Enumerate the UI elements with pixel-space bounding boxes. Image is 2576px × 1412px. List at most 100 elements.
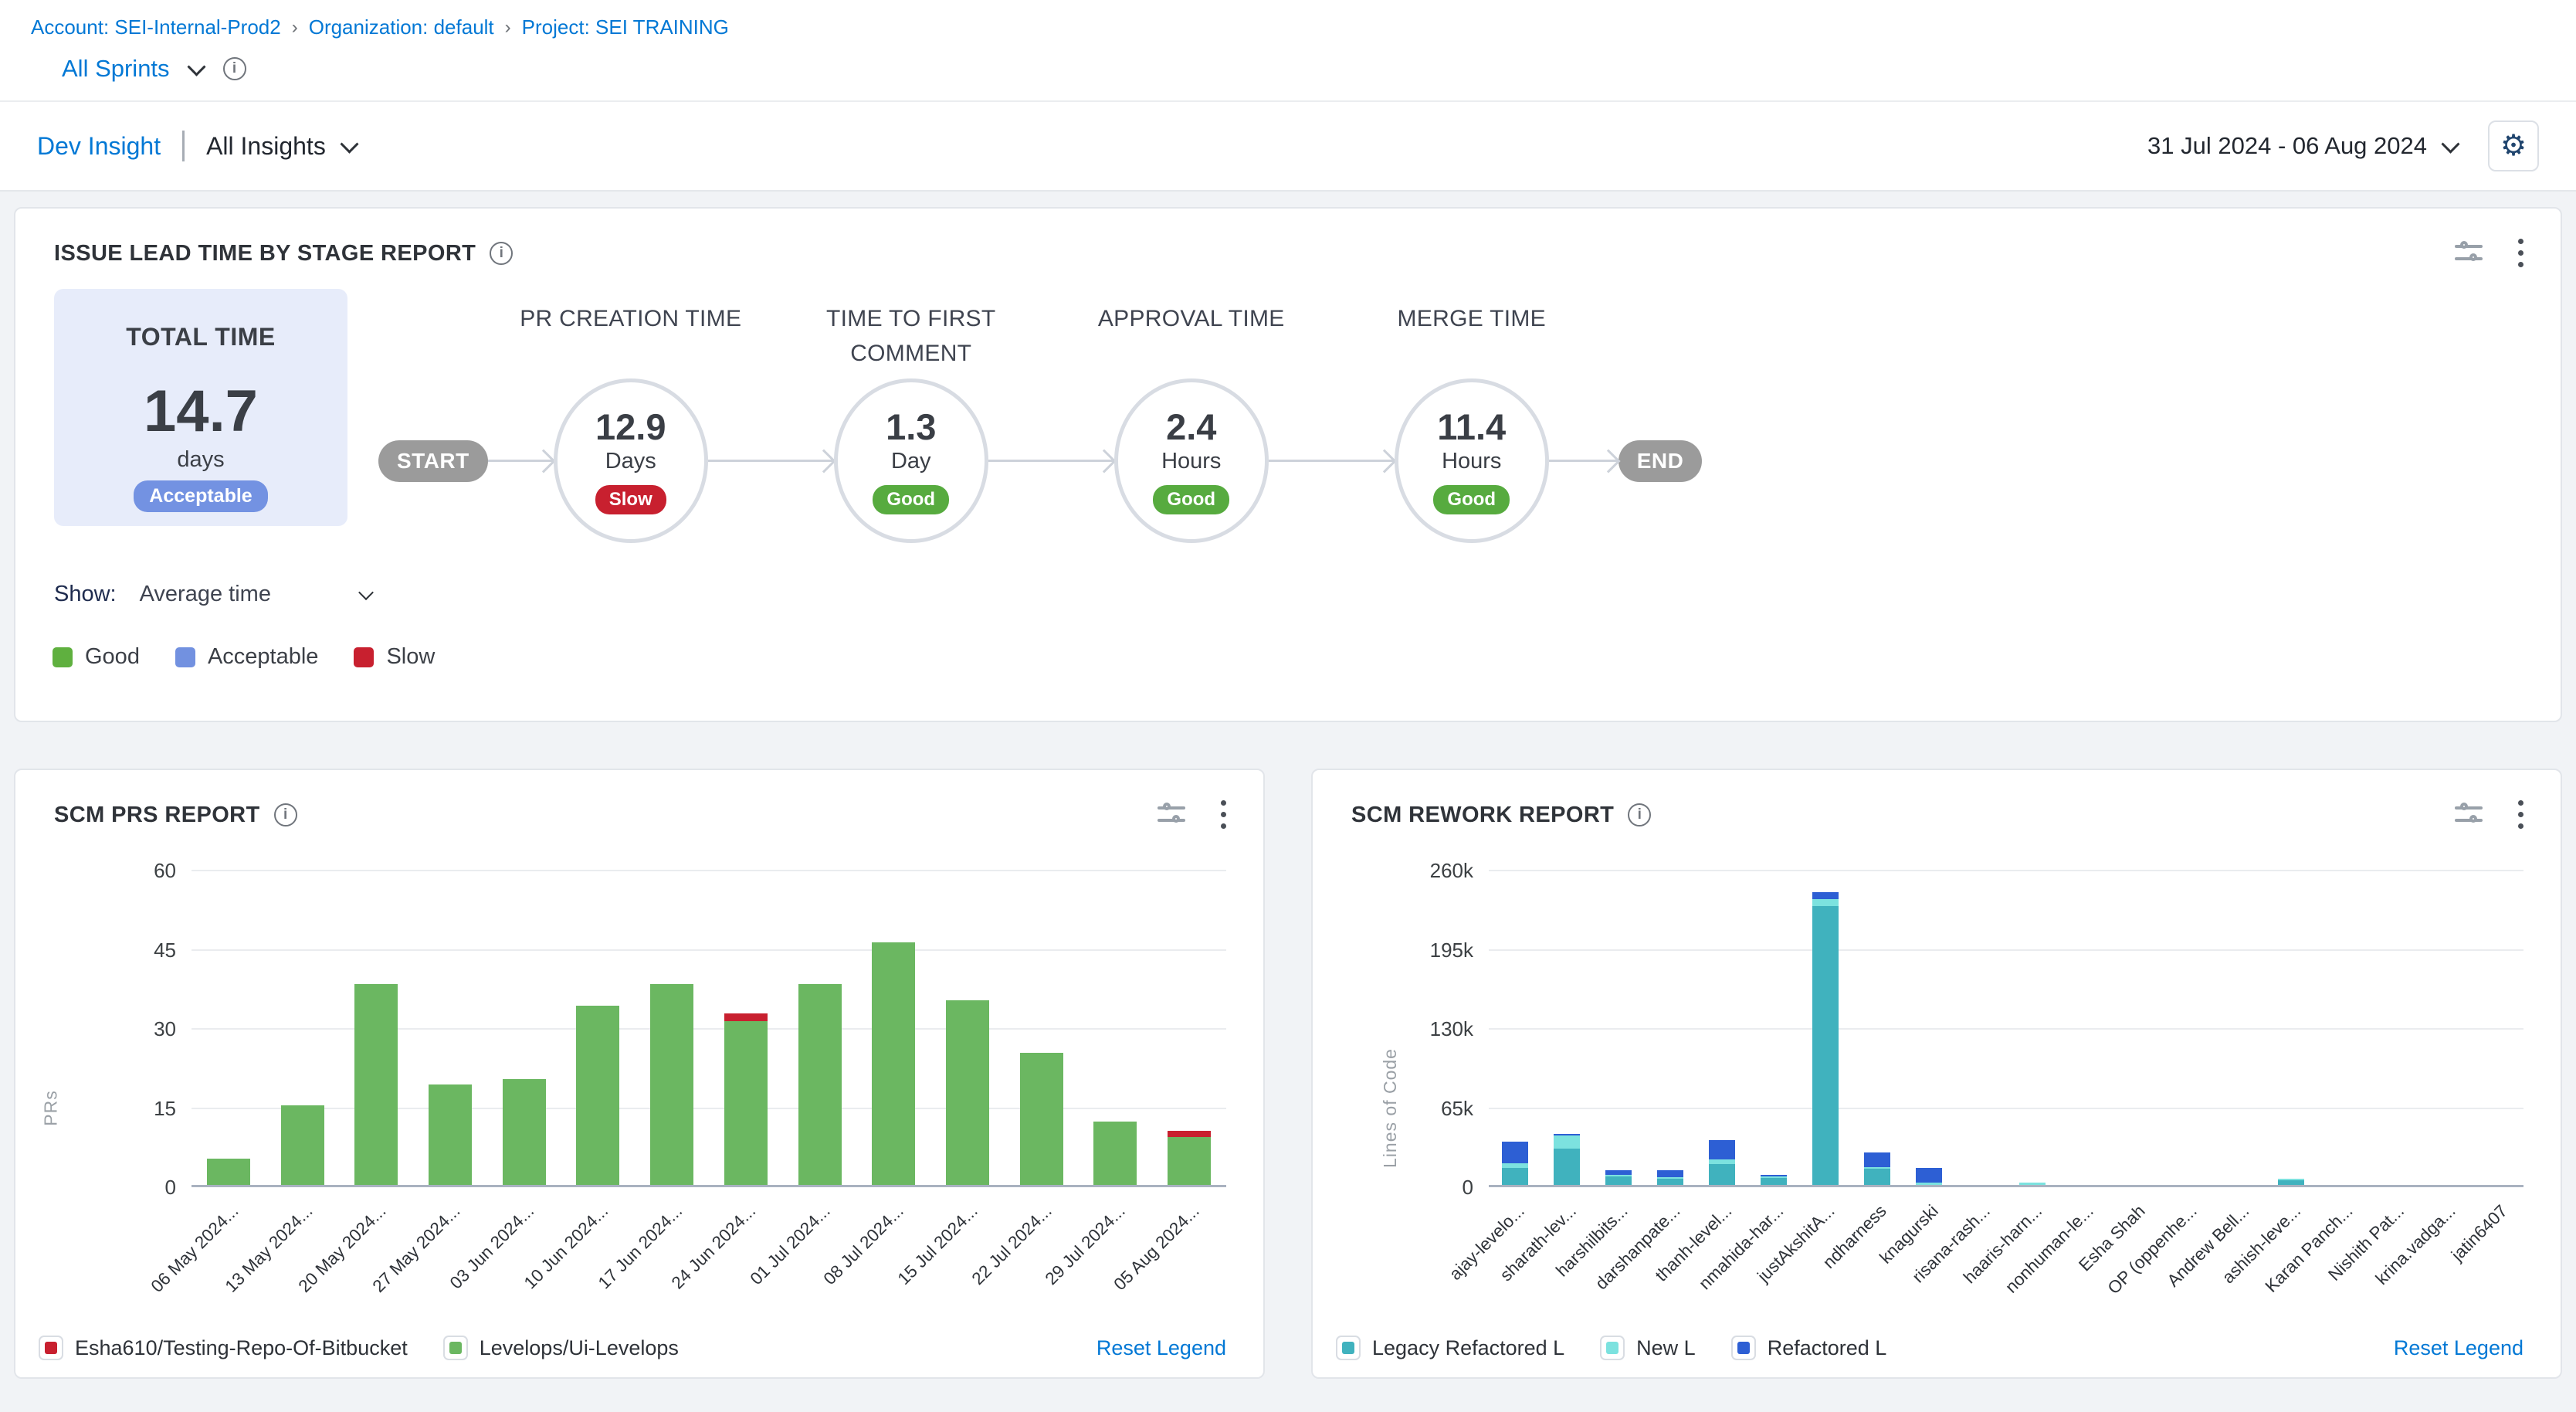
info-icon[interactable]: i xyxy=(490,242,513,265)
bar-segment[interactable] xyxy=(354,984,398,1185)
insights-dropdown[interactable]: All Insights xyxy=(206,132,356,161)
bar-segment[interactable] xyxy=(1093,1122,1137,1185)
bar[interactable] xyxy=(1168,1131,1211,1185)
bar[interactable] xyxy=(207,1159,250,1185)
legend-item[interactable]: New L xyxy=(1600,1336,1696,1360)
info-icon[interactable]: i xyxy=(274,803,297,826)
sprint-selector[interactable]: All Sprints i xyxy=(62,55,2576,83)
bar-segment[interactable] xyxy=(1168,1131,1211,1137)
stage-circle[interactable]: 11.4 Hours Good xyxy=(1395,378,1549,543)
legend-item[interactable]: Refactored L xyxy=(1731,1336,1887,1360)
legend-item[interactable]: Esha610/Testing-Repo-Of-Bitbucket xyxy=(39,1336,408,1360)
stage-time-to-first-comment[interactable]: TIME TO FIRST COMMENT 1.3 Day Good xyxy=(834,301,988,543)
bar-segment[interactable] xyxy=(1554,1149,1580,1185)
bar[interactable] xyxy=(872,942,915,1185)
kebab-menu-icon[interactable] xyxy=(1221,798,1228,832)
bar[interactable] xyxy=(429,1084,472,1185)
legend-item[interactable]: Legacy Refactored L xyxy=(1336,1336,1564,1360)
stage-merge-time[interactable]: MERGE TIME 11.4 Hours Good xyxy=(1395,301,1549,543)
bar[interactable] xyxy=(1761,1175,1787,1185)
bar[interactable] xyxy=(1093,1122,1137,1185)
bar-segment[interactable] xyxy=(1761,1178,1787,1185)
bar[interactable] xyxy=(1657,1170,1683,1185)
bar[interactable] xyxy=(1709,1140,1735,1185)
filter-icon[interactable] xyxy=(1158,803,1185,827)
bar-segment[interactable] xyxy=(1916,1168,1942,1183)
bar[interactable] xyxy=(1502,1142,1528,1185)
bar[interactable] xyxy=(2278,1179,2304,1185)
settings-button[interactable]: ⚙ xyxy=(2488,120,2539,171)
insight-name-link[interactable]: Dev Insight xyxy=(37,132,161,161)
legend-item[interactable]: Good xyxy=(53,644,140,670)
bar-segment[interactable] xyxy=(1812,892,1839,899)
bar-segment[interactable] xyxy=(281,1105,324,1185)
bar-segment[interactable] xyxy=(1916,1183,1942,1185)
bar-segment[interactable] xyxy=(1709,1140,1735,1159)
bar[interactable] xyxy=(576,1006,619,1185)
bar-segment[interactable] xyxy=(798,984,842,1185)
filter-icon[interactable] xyxy=(2455,241,2483,266)
bar[interactable] xyxy=(1554,1134,1580,1185)
bar-segment[interactable] xyxy=(1812,899,1839,906)
bar[interactable] xyxy=(798,984,842,1185)
bar-segment[interactable] xyxy=(429,1084,472,1185)
bar-segment[interactable] xyxy=(503,1079,546,1185)
bar[interactable] xyxy=(1020,1053,1063,1185)
bar-segment[interactable] xyxy=(1709,1164,1735,1185)
legend-item[interactable]: Levelops/Ui-Levelops xyxy=(443,1336,679,1360)
sprint-selector-label[interactable]: All Sprints xyxy=(62,55,170,83)
bar[interactable] xyxy=(2019,1183,2046,1185)
bar[interactable] xyxy=(1812,892,1839,1185)
bar[interactable] xyxy=(1605,1170,1632,1185)
bar-segment[interactable] xyxy=(1502,1168,1528,1185)
info-icon[interactable]: i xyxy=(1628,803,1651,826)
breadcrumb-link[interactable]: Organization: default xyxy=(309,15,494,39)
bar-segment[interactable] xyxy=(1168,1137,1211,1185)
chevron-down-icon[interactable] xyxy=(187,57,205,76)
bar-segment[interactable] xyxy=(1864,1152,1890,1167)
bar[interactable] xyxy=(1864,1152,1890,1185)
kebab-menu-icon[interactable] xyxy=(2518,236,2525,270)
bar-segment[interactable] xyxy=(724,1021,768,1185)
reset-legend-link[interactable]: Reset Legend xyxy=(1096,1336,1226,1360)
show-dropdown[interactable]: Average time xyxy=(140,582,371,607)
bar[interactable] xyxy=(724,1013,768,1185)
bar-slot xyxy=(930,871,1005,1185)
info-icon[interactable]: i xyxy=(223,57,246,80)
kebab-menu-icon[interactable] xyxy=(2518,798,2525,832)
bar-segment[interactable] xyxy=(872,942,915,1185)
bar-segment[interactable] xyxy=(1657,1170,1683,1177)
stage-circle[interactable]: 12.9 Days Slow xyxy=(554,378,708,543)
legend-item[interactable]: Acceptable xyxy=(175,644,319,670)
bar-segment[interactable] xyxy=(2278,1180,2304,1185)
legend-item[interactable]: Slow xyxy=(354,644,435,670)
bar-segment[interactable] xyxy=(1605,1176,1632,1185)
reset-legend-link[interactable]: Reset Legend xyxy=(2394,1336,2523,1360)
bar-segment[interactable] xyxy=(1812,906,1839,1185)
filter-icon[interactable] xyxy=(2455,803,2483,827)
bar-segment[interactable] xyxy=(2019,1183,2046,1185)
bar-segment[interactable] xyxy=(1502,1142,1528,1163)
bar[interactable] xyxy=(946,1000,989,1185)
bar[interactable] xyxy=(281,1105,324,1185)
bar-segment[interactable] xyxy=(576,1006,619,1185)
breadcrumb-link[interactable]: Project: SEI TRAINING xyxy=(522,15,729,39)
bar[interactable] xyxy=(650,984,693,1185)
bar-segment[interactable] xyxy=(207,1159,250,1185)
breadcrumb-link[interactable]: Account: SEI-Internal-Prod2 xyxy=(31,15,281,39)
bar[interactable] xyxy=(503,1079,546,1185)
bar-segment[interactable] xyxy=(1554,1135,1580,1149)
bar[interactable] xyxy=(354,984,398,1185)
bar[interactable] xyxy=(1916,1168,1942,1185)
bar-segment[interactable] xyxy=(1657,1179,1683,1185)
bar-segment[interactable] xyxy=(650,984,693,1185)
bar-segment[interactable] xyxy=(1864,1169,1890,1185)
stage-circle[interactable]: 2.4 Hours Good xyxy=(1114,378,1269,543)
stage-pr-creation-time[interactable]: PR CREATION TIME 12.9 Days Slow xyxy=(554,301,708,543)
bar-segment[interactable] xyxy=(946,1000,989,1185)
stage-circle[interactable]: 1.3 Day Good xyxy=(834,378,988,543)
bar-segment[interactable] xyxy=(1020,1053,1063,1185)
stage-approval-time[interactable]: APPROVAL TIME 2.4 Hours Good xyxy=(1114,301,1269,543)
date-range-dropdown[interactable]: 31 Jul 2024 - 06 Aug 2024 xyxy=(2147,132,2457,160)
bar-segment[interactable] xyxy=(724,1013,768,1021)
